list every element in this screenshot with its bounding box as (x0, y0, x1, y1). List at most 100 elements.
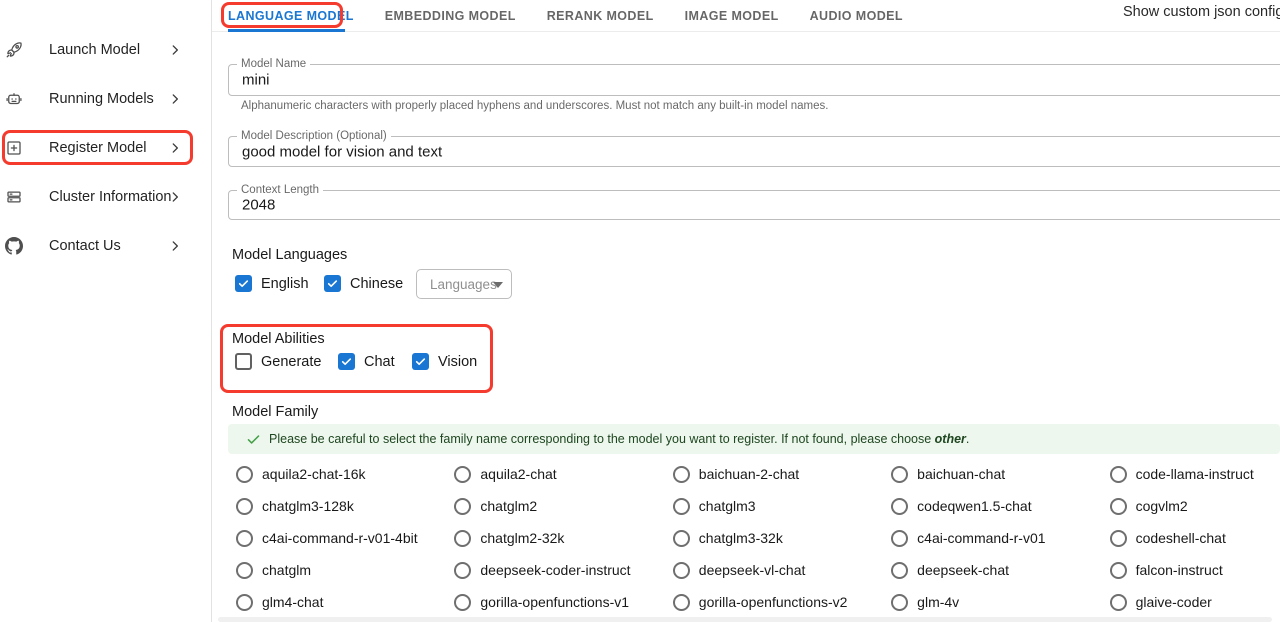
radio-unchecked-icon (673, 594, 690, 611)
checkbox-unchecked-icon (235, 353, 252, 370)
register-model-page: Launch Model Running Models (0, 0, 1280, 622)
family-radio-option[interactable]: codeshell-chat (1102, 522, 1280, 554)
chevron-right-icon (168, 141, 182, 155)
family-radio-option[interactable]: chatglm2 (446, 490, 664, 522)
tab-embedding-model[interactable]: EMBEDDING MODEL (385, 9, 516, 23)
family-radio-option[interactable]: code-llama-instruct (1102, 458, 1280, 490)
tab-audio-model[interactable]: AUDIO MODEL (810, 9, 903, 23)
family-radio-option[interactable]: deepseek-chat (883, 554, 1101, 586)
radio-unchecked-icon (454, 530, 471, 547)
radio-unchecked-icon (891, 498, 908, 515)
radio-unchecked-icon (236, 594, 253, 611)
sidebar-item-label: Launch Model (49, 42, 140, 58)
family-radio-option[interactable]: chatglm2-32k (446, 522, 664, 554)
family-radio-option[interactable]: cogvlm2 (1102, 490, 1280, 522)
model-abilities-heading: Model Abilities (232, 331, 325, 347)
github-icon (5, 237, 23, 255)
model-description-field[interactable]: Model Description (Optional) good model … (228, 136, 1280, 167)
radio-unchecked-icon (1110, 562, 1127, 579)
chevron-right-icon (168, 239, 182, 253)
add-square-icon (5, 139, 23, 157)
family-radio-option[interactable]: glm4-chat (228, 586, 446, 618)
sidebar-item-contact-us[interactable]: Contact Us (0, 230, 196, 262)
sidebar-item-cluster-information[interactable]: Cluster Information (0, 181, 196, 213)
family-radio-option[interactable]: baichuan-2-chat (665, 458, 883, 490)
ability-checkbox-generate[interactable]: Generate (235, 353, 321, 370)
model-name-value: mini (242, 72, 270, 89)
radio-unchecked-icon (1110, 594, 1127, 611)
context-length-field[interactable]: Context Length 2048 (228, 190, 1280, 220)
context-length-label: Context Length (237, 184, 323, 196)
ability-checkbox-chat[interactable]: Chat (338, 353, 395, 370)
tabbar-divider (212, 31, 1280, 32)
radio-unchecked-icon (236, 530, 253, 547)
family-radio-option[interactable]: aquila2-chat (446, 458, 664, 490)
family-radio-option[interactable]: c4ai-command-r-v01 (883, 522, 1101, 554)
checkbox-checked-icon (235, 275, 252, 292)
radio-unchecked-icon (891, 530, 908, 547)
radio-unchecked-icon (891, 466, 908, 483)
family-radio-option[interactable]: glaive-coder (1102, 586, 1280, 618)
tab-rerank-model[interactable]: RERANK MODEL (547, 9, 654, 23)
sidebar-item-label: Register Model (49, 140, 147, 156)
family-radio-option[interactable]: chatglm3-32k (665, 522, 883, 554)
model-family-alert-text: Please be careful to select the family n… (269, 432, 969, 446)
tab-language-model[interactable]: LANGUAGE MODEL (228, 9, 354, 23)
model-languages-heading: Model Languages (232, 247, 347, 263)
model-name-field[interactable]: Model Name mini (228, 64, 1280, 96)
family-radio-option[interactable]: gorilla-openfunctions-v1 (446, 586, 664, 618)
rocket-icon (5, 41, 23, 59)
chevron-right-icon (168, 92, 182, 106)
chevron-right-icon (168, 190, 182, 204)
model-name-label: Model Name (237, 58, 310, 70)
robot-icon (5, 90, 23, 108)
family-radio-option[interactable]: chatglm3 (665, 490, 883, 522)
language-checkbox-english[interactable]: English (235, 275, 309, 292)
radio-unchecked-icon (454, 594, 471, 611)
family-radio-option[interactable]: chatglm3-128k (228, 490, 446, 522)
sidebar-item-label: Cluster Information (49, 189, 172, 205)
sidebar-item-label: Running Models (49, 91, 154, 107)
sidebar-item-register-model[interactable]: Register Model (0, 132, 196, 164)
radio-unchecked-icon (1110, 498, 1127, 515)
radio-unchecked-icon (673, 466, 690, 483)
family-radio-option[interactable]: codeqwen1.5-chat (883, 490, 1101, 522)
family-radio-option[interactable]: c4ai-command-r-v01-4bit (228, 522, 446, 554)
radio-unchecked-icon (673, 498, 690, 515)
radio-unchecked-icon (673, 562, 690, 579)
family-radio-option[interactable]: aquila2-chat-16k (228, 458, 446, 490)
family-radio-option[interactable]: gorilla-openfunctions-v2 (665, 586, 883, 618)
model-name-helper: Alphanumeric characters with properly pl… (241, 100, 828, 112)
checkbox-checked-icon (338, 353, 355, 370)
tab-image-model[interactable]: IMAGE MODEL (685, 9, 779, 23)
family-radio-option[interactable]: deepseek-vl-chat (665, 554, 883, 586)
radio-unchecked-icon (236, 562, 253, 579)
radio-unchecked-icon (1110, 530, 1127, 547)
checkbox-checked-icon (412, 353, 429, 370)
model-description-label: Model Description (Optional) (237, 130, 391, 142)
language-checkbox-chinese[interactable]: Chinese (324, 275, 403, 292)
dropdown-caret-icon (493, 281, 503, 289)
radio-unchecked-icon (1110, 466, 1127, 483)
sidebar-item-label: Contact Us (49, 238, 121, 254)
languages-select[interactable]: Languages (416, 269, 512, 299)
radio-unchecked-icon (236, 498, 253, 515)
server-icon (5, 188, 23, 206)
show-json-config-link[interactable]: Show custom json config used b (1123, 4, 1280, 20)
model-family-alert: Please be careful to select the family n… (228, 424, 1280, 454)
radio-unchecked-icon (673, 530, 690, 547)
ability-checkbox-vision[interactable]: Vision (412, 353, 477, 370)
model-description-value: good model for vision and text (242, 143, 442, 160)
family-radio-option[interactable]: baichuan-chat (883, 458, 1101, 490)
radio-unchecked-icon (236, 466, 253, 483)
radio-unchecked-icon (454, 562, 471, 579)
family-radio-option[interactable]: glm-4v (883, 586, 1101, 618)
sidebar-item-running-models[interactable]: Running Models (0, 83, 196, 115)
radio-unchecked-icon (891, 594, 908, 611)
family-radio-option[interactable]: falcon-instruct (1102, 554, 1280, 586)
model-family-options: aquila2-chat-16k aquila2-chat baichuan-2… (228, 458, 1280, 618)
family-radio-option[interactable]: chatglm (228, 554, 446, 586)
family-radio-option[interactable]: deepseek-coder-instruct (446, 554, 664, 586)
model-family-heading: Model Family (232, 404, 318, 420)
sidebar-item-launch-model[interactable]: Launch Model (0, 34, 196, 66)
